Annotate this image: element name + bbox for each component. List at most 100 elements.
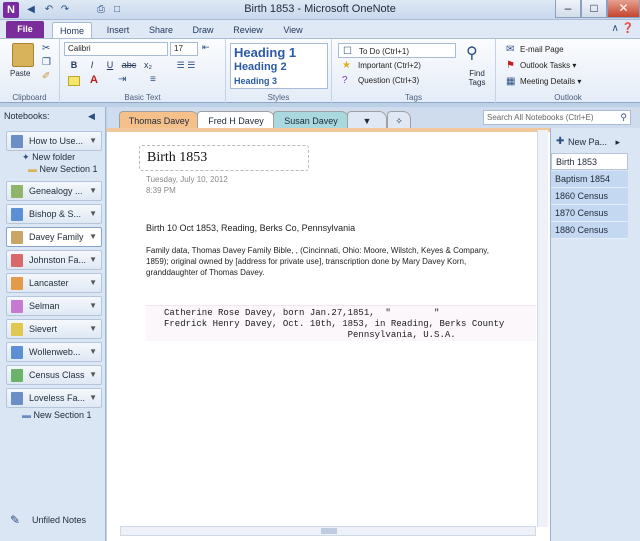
unfiled-notes-button[interactable]: ✎ Unfiled Notes bbox=[10, 513, 86, 527]
section-item[interactable]: ▬ New Section 1 bbox=[28, 164, 98, 174]
section-tab[interactable]: Susan Davey bbox=[273, 111, 349, 129]
ribbon: Paste ✂ ❐ ✐ Clipboard Calibri 17 ⇤ B I U… bbox=[0, 38, 640, 103]
tab-share[interactable]: Share bbox=[144, 22, 178, 38]
section-tab-active[interactable]: Fred H Davey bbox=[197, 111, 275, 129]
tag-to-do[interactable]: ☐ To Do (Ctrl+1) bbox=[338, 43, 456, 58]
page-item[interactable]: 1870 Census bbox=[551, 205, 628, 222]
notebook-item[interactable]: Bishop & S... ▼ bbox=[6, 204, 102, 224]
tab-draw[interactable]: Draw bbox=[186, 22, 220, 38]
minimize-button[interactable]: – bbox=[555, 0, 581, 18]
chevron-down-icon[interactable]: ▼ bbox=[89, 251, 97, 269]
horizontal-scrollbar[interactable] bbox=[120, 526, 536, 536]
note-paragraph[interactable]: Family data, Thomas Davey Family Bible, … bbox=[146, 245, 496, 278]
section-item[interactable]: ▬ New Section 1 bbox=[22, 410, 92, 420]
chevron-down-icon[interactable]: ▼ bbox=[89, 205, 97, 223]
collapse-pane-icon[interactable]: ◀ bbox=[88, 111, 95, 122]
tag-to-do-label: To Do (Ctrl+1) bbox=[359, 47, 410, 56]
underline-button[interactable]: U bbox=[104, 59, 116, 72]
tab-view[interactable]: View bbox=[278, 22, 308, 38]
tab-home[interactable]: Home bbox=[52, 22, 92, 38]
unfiled-notes-label: Unfiled Notes bbox=[32, 515, 87, 525]
scan-text-line: Pennsylvania, U.S.A. bbox=[164, 330, 456, 340]
list-buttons-icon[interactable]: ☰ ☰ bbox=[166, 59, 206, 72]
italic-button[interactable]: I bbox=[86, 59, 98, 72]
file-tab[interactable]: File bbox=[6, 21, 44, 38]
copy-icon[interactable]: ❐ bbox=[42, 57, 51, 68]
chevron-down-icon[interactable]: ▼ bbox=[89, 228, 97, 246]
notebook-item[interactable]: Johnston Fa... ▼ bbox=[6, 250, 102, 270]
font-color-icon[interactable]: A bbox=[90, 74, 98, 86]
notebook-item[interactable]: Loveless Fa... ▼ bbox=[6, 388, 102, 408]
find-tags-button[interactable]: Find Tags bbox=[462, 69, 492, 87]
chevron-down-icon[interactable]: ▼ bbox=[89, 389, 97, 407]
email-page-button[interactable]: ✉ E-mail Page bbox=[506, 43, 564, 57]
style-heading-3[interactable]: Heading 3 bbox=[234, 76, 277, 86]
style-heading-1[interactable]: Heading 1 bbox=[234, 45, 296, 60]
notebook-item[interactable]: Sievert ▼ bbox=[6, 319, 102, 339]
styles-gallery[interactable]: Heading 1 Heading 2 Heading 3 bbox=[230, 43, 328, 89]
bold-button[interactable]: B bbox=[68, 59, 80, 72]
chevron-down-icon[interactable]: ▼ bbox=[89, 320, 97, 338]
notebook-item[interactable]: Selman ▼ bbox=[6, 296, 102, 316]
notebook-item[interactable]: Census Class ▼ bbox=[6, 365, 102, 385]
tab-insert[interactable]: Insert bbox=[98, 22, 138, 38]
paste-button[interactable]: Paste bbox=[10, 69, 30, 78]
highlight-icon[interactable] bbox=[68, 76, 80, 86]
notebook-icon bbox=[11, 231, 23, 244]
chevron-down-icon[interactable]: ▼ bbox=[89, 366, 97, 384]
search-input[interactable]: Search All Notebooks (Ctrl+E) ⚲ bbox=[483, 110, 631, 125]
section-tab[interactable]: Thomas Davey bbox=[119, 111, 199, 129]
note-line[interactable]: Birth 10 Oct 1853, Reading, Berks Co, Pe… bbox=[146, 223, 355, 233]
chevron-down-icon[interactable]: ▼ bbox=[89, 182, 97, 200]
scanned-image[interactable]: Catherine Rose Davey, born Jan.27,1851, … bbox=[146, 305, 536, 341]
notebook-item[interactable]: How to Use... ▼ bbox=[6, 131, 102, 151]
chevron-down-icon[interactable]: ▼ bbox=[89, 274, 97, 292]
paste-icon[interactable] bbox=[12, 43, 34, 67]
close-button[interactable]: ✕ bbox=[607, 0, 640, 18]
notebook-item[interactable]: Davey Family ▼ bbox=[6, 227, 102, 247]
more-sections-button[interactable]: ▼ bbox=[347, 111, 387, 129]
basic-text-group: Calibri 17 ⇤ B I U abc x₂ ☰ ☰ A ⇥ ≡ Basi… bbox=[60, 39, 226, 103]
chevron-down-icon[interactable]: ▼ bbox=[89, 132, 97, 150]
notebook-item[interactable]: Lancaster ▼ bbox=[6, 273, 102, 293]
style-heading-2[interactable]: Heading 2 bbox=[234, 61, 287, 73]
search-icon[interactable]: ⚲ bbox=[620, 111, 627, 124]
indent-icon[interactable]: ⇥ bbox=[118, 74, 126, 85]
tag-important[interactable]: ★ Important (Ctrl+2) bbox=[338, 58, 456, 73]
chevron-down-icon[interactable]: ▼ bbox=[89, 297, 97, 315]
strikethrough-button[interactable]: abc bbox=[120, 59, 138, 72]
clear-format-icon[interactable]: ⇤ bbox=[202, 42, 210, 53]
chevron-down-icon[interactable]: ▼ bbox=[89, 343, 97, 361]
folder-item[interactable]: ✦ New folder bbox=[22, 152, 75, 163]
new-page-button[interactable]: ✚ New Pa... ▸ bbox=[556, 136, 621, 148]
vertical-scrollbar[interactable] bbox=[537, 130, 548, 527]
outlook-tasks-button[interactable]: ⚑ Outlook Tasks ▾ bbox=[506, 59, 576, 73]
format-painter-icon[interactable]: ✐ bbox=[42, 71, 50, 82]
page-title[interactable]: Birth 1853 bbox=[139, 145, 309, 171]
page-item[interactable]: Birth 1853 bbox=[551, 153, 628, 170]
scan-text-line: Catherine Rose Davey, born Jan.27,1851, … bbox=[164, 308, 440, 318]
cut-icon[interactable]: ✂ bbox=[42, 43, 50, 54]
tag-question[interactable]: ? Question (Ctrl+3) bbox=[338, 73, 456, 88]
find-tags-icon[interactable]: ⚲ bbox=[466, 43, 478, 63]
maximize-button[interactable]: □ bbox=[581, 0, 607, 18]
page-item[interactable]: 1880 Census bbox=[551, 222, 628, 239]
chevron-right-icon[interactable]: ▸ bbox=[610, 137, 621, 147]
subscript-button[interactable]: x₂ bbox=[140, 59, 156, 72]
title-bar: N ◀ ↶ ↷ ⎙ □ Birth 1853 - Microsoft OneNo… bbox=[0, 0, 640, 20]
meeting-details-button[interactable]: ▦ Meeting Details ▾ bbox=[506, 75, 581, 89]
tab-review[interactable]: Review bbox=[228, 22, 268, 38]
page-item[interactable]: Baptism 1854 bbox=[551, 171, 628, 188]
window-title: Birth 1853 - Microsoft OneNote bbox=[244, 3, 396, 15]
font-size-field[interactable]: 17 bbox=[170, 42, 198, 56]
notebook-item[interactable]: Wollenweb... ▼ bbox=[6, 342, 102, 362]
font-name-field[interactable]: Calibri bbox=[64, 42, 168, 56]
unfiled-notes-icon: ✎ bbox=[10, 513, 21, 527]
page-item[interactable]: 1860 Census bbox=[551, 188, 628, 205]
notebook-icon bbox=[11, 369, 23, 382]
scroll-thumb[interactable] bbox=[321, 528, 337, 534]
ribbon-help-icon[interactable]: ∧ ❓ bbox=[611, 23, 634, 34]
new-section-icon[interactable]: ✧ bbox=[387, 111, 411, 129]
notebook-item[interactable]: Genealogy ... ▼ bbox=[6, 181, 102, 201]
align-icon[interactable]: ≡ bbox=[150, 74, 156, 85]
